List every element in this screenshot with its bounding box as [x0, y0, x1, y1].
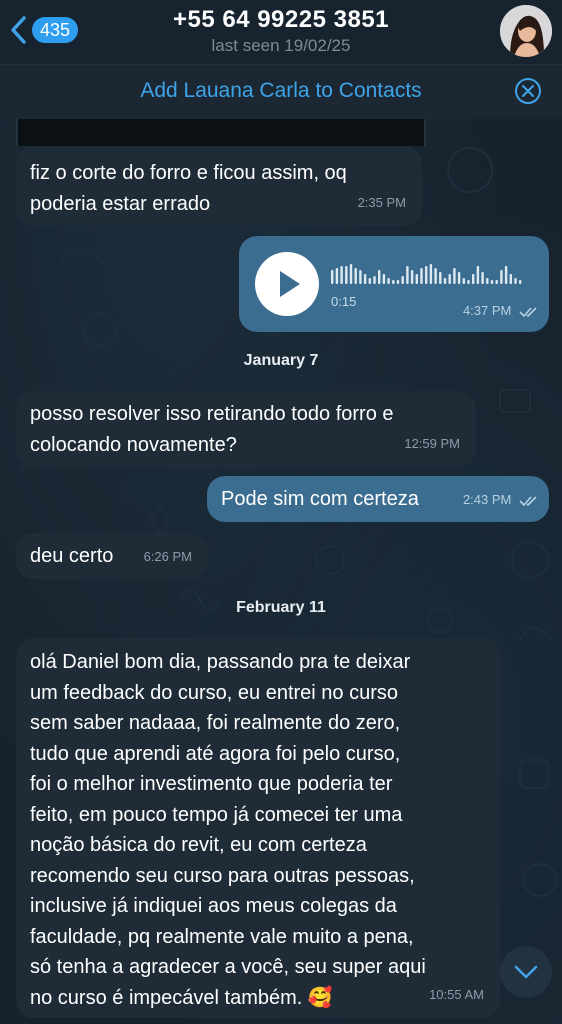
message-line: foi o melhor investimento que poderia te… [30, 773, 393, 795]
waveform-bar [495, 280, 498, 284]
message-line: sem saber nadaaa, foi realmente do zero, [30, 712, 401, 734]
waveform-bar [443, 278, 447, 284]
message-text: Pode sim com certeza [221, 488, 419, 510]
message-text: deu certo [30, 545, 114, 567]
waveform-bar [439, 272, 442, 284]
play-button[interactable] [255, 252, 319, 316]
waveform-bar [472, 274, 475, 284]
scroll-to-bottom-button[interactable] [500, 946, 552, 998]
waveform-bar [387, 278, 390, 284]
chevron-down-icon [514, 965, 538, 979]
waveform-bar [359, 270, 362, 284]
waveform-bar [378, 270, 381, 284]
date-separator: January 7 [243, 352, 319, 369]
waveform-bar [373, 276, 376, 284]
waveform-bar [420, 268, 423, 284]
message-text: fiz o corte do forro e ficou assim, oq p… [30, 158, 347, 220]
waveform-bar [340, 266, 343, 284]
waveform-bar [406, 266, 409, 284]
message-time: 2:43 PM [462, 492, 512, 507]
chat-header: 435 +55 64 99225 3851 last seen 19/02/25 [0, 0, 562, 64]
waveform-bar [354, 268, 357, 284]
message-time-wrap: 4:37 PM [463, 295, 539, 326]
waveform-bar [500, 270, 503, 284]
waveform-bar [457, 272, 461, 284]
message-line: no curso é impecável também. 🥰 [30, 986, 333, 1009]
message-line: inclusive já indiquei aos meus colegas d… [30, 895, 397, 917]
message-time: 10:55 AM [429, 987, 484, 1002]
voice-message-bubble[interactable]: 0:15 4:37 PM [239, 236, 549, 332]
double-check-icon [519, 495, 537, 506]
message-line: faculdade, pq realmente vale muito a pen… [30, 925, 414, 948]
message-text: olá Daniel bom dia, passando pra te deix… [30, 647, 426, 1013]
add-to-contacts-bar: Add Lauana Carla to Contacts [0, 64, 562, 119]
waveform-bar [490, 280, 494, 284]
message-line: um feedback do curso, eu entrei no curso [30, 681, 398, 704]
double-check-icon [519, 306, 537, 317]
image-message-preview[interactable] [16, 118, 426, 146]
waveform-bar [486, 278, 489, 284]
waveform-bar [429, 264, 433, 284]
message-bubble-incoming[interactable]: fiz o corte do forro e ficou assim, oq p… [16, 146, 422, 226]
waveform-bar [476, 266, 480, 284]
message-line: poderia estar errado [30, 193, 211, 215]
waveform-bar [392, 280, 395, 284]
message-bubble-outgoing[interactable]: Pode sim com certeza 2:43 PM [207, 476, 549, 522]
waveform-bar [415, 274, 418, 284]
waveform-bar [396, 280, 400, 284]
add-to-contacts-button[interactable]: Add Lauana Carla to Contacts [0, 79, 562, 103]
waveform-bar [331, 270, 334, 284]
waveform-bar [467, 280, 470, 284]
message-line: colocando novamente? [30, 434, 237, 456]
waveform-bar [453, 268, 456, 284]
message-line: recomendo seu curso para outras pessoas, [30, 864, 415, 887]
chat-title[interactable]: +55 64 99225 3851 [0, 6, 562, 34]
profile-photo [500, 5, 552, 57]
play-icon [280, 271, 300, 297]
waveform-bar [434, 268, 437, 284]
waveform-bar [481, 272, 484, 284]
waveform-bar [410, 270, 414, 284]
waveform-bar [335, 268, 339, 284]
waveform-bar [349, 264, 353, 284]
message-text: posso resolver isso retirando todo forro… [30, 399, 394, 461]
message-line: olá Daniel bom dia, passando pra te deix… [30, 651, 411, 673]
avatar[interactable] [500, 5, 552, 57]
message-time: 12:59 PM [404, 436, 460, 451]
waveform-bar [345, 266, 348, 284]
waveform-bar [368, 278, 371, 284]
message-bubble-incoming[interactable]: posso resolver isso retirando todo forro… [16, 391, 476, 467]
message-time: 2:35 PM [357, 195, 406, 210]
waveform-bar [462, 278, 465, 284]
message-line: só tenha a agradecer a você, seu super a… [30, 956, 426, 978]
message-bubble-incoming[interactable]: deu certo 6:26 PM [16, 533, 208, 579]
message-time: 4:37 PM [462, 303, 512, 318]
message-line: noção básica do revit, eu com certeza [30, 834, 367, 856]
waveform-bar [514, 278, 517, 284]
waveform [331, 264, 522, 284]
waveform-bar [425, 266, 428, 284]
waveform-bar [519, 280, 522, 284]
waveform-bar [504, 266, 508, 284]
waveform-bar [363, 274, 367, 284]
last-seen-status: last seen 19/02/25 [211, 36, 351, 55]
close-icon[interactable] [514, 77, 542, 105]
message-line: feito, em pouco tempo já comecei ter uma [30, 803, 403, 826]
voice-duration: 0:15 [331, 294, 357, 309]
waveform-bar [509, 274, 512, 284]
waveform-bar [382, 274, 386, 284]
message-time: 6:26 PM [143, 549, 192, 564]
message-line: fiz o corte do forro e ficou assim, oq [30, 162, 347, 184]
waveform-bar [448, 274, 451, 284]
date-separator: February 11 [236, 599, 326, 616]
message-bubble-incoming[interactable]: olá Daniel bom dia, passando pra te deix… [16, 638, 500, 1018]
message-time-wrap: 2:43 PM [463, 484, 539, 515]
waveform-bar [401, 276, 404, 284]
message-line: tudo que aprendi até agora foi pelo curs… [30, 742, 401, 765]
message-line: posso resolver isso retirando todo forro… [30, 403, 394, 425]
